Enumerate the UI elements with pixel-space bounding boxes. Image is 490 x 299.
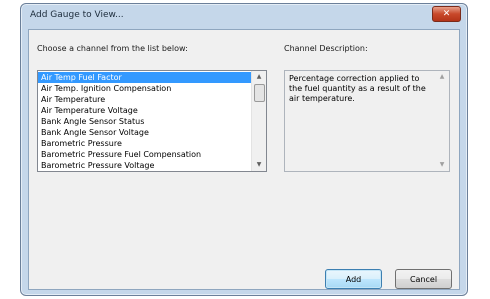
scroll-down-arrow-icon[interactable]: ▼ <box>252 159 266 171</box>
channel-list-item[interactable]: Barometric Pressure Voltage <box>38 160 252 171</box>
channel-list-item[interactable]: Barometric Pressure <box>38 138 252 149</box>
close-button[interactable]: ✕ <box>432 6 461 22</box>
channel-description-text: Percentage correction applied to the fue… <box>289 74 426 103</box>
channel-description-label: Channel Description: <box>284 44 368 53</box>
description-scrollbar[interactable]: ▲ ▼ <box>435 71 449 171</box>
scroll-up-arrow-icon[interactable]: ▲ <box>435 71 449 83</box>
title-bar[interactable]: Add Gauge to View... ✕ <box>21 4 467 28</box>
window-title: Add Gauge to View... <box>30 10 124 20</box>
channel-list-item[interactable]: Bank Angle Sensor Voltage <box>38 127 252 138</box>
channel-list-item[interactable]: Air Temp. Ignition Compensation <box>38 83 252 94</box>
close-icon: ✕ <box>442 8 451 19</box>
channel-list-items: Air Temp Fuel Factor Air Temp. Ignition C… <box>38 71 252 171</box>
channel-list-item[interactable]: Barometric Pressure Fuel Compensation <box>38 149 252 160</box>
channel-list-item[interactable]: Air Temperature Voltage <box>38 105 252 116</box>
scroll-up-arrow-icon[interactable]: ▲ <box>252 71 266 83</box>
dialog-window: Add Gauge to View... ✕ Choose a channel … <box>20 3 468 296</box>
channel-list-item[interactable]: Bank Angle Sensor Status <box>38 116 252 127</box>
scrollbar-thumb[interactable] <box>254 84 265 102</box>
channel-description-box: Percentage correction applied to the fue… <box>284 70 450 172</box>
cancel-button[interactable]: Cancel <box>395 269 452 289</box>
channel-list-item[interactable]: Air Temp Fuel Factor <box>38 72 252 83</box>
channel-listbox[interactable]: Air Temp Fuel Factor Air Temp. Ignition C… <box>37 70 267 172</box>
channel-list-label: Choose a channel from the list below: <box>37 44 188 53</box>
dialog-content: Choose a channel from the list below: Ai… <box>28 29 460 290</box>
channel-list-scrollbar[interactable]: ▲ ▼ <box>251 71 266 171</box>
add-button[interactable]: Add <box>325 269 382 289</box>
channel-list-item[interactable]: Air Temperature <box>38 94 252 105</box>
scroll-down-arrow-icon[interactable]: ▼ <box>435 159 449 171</box>
